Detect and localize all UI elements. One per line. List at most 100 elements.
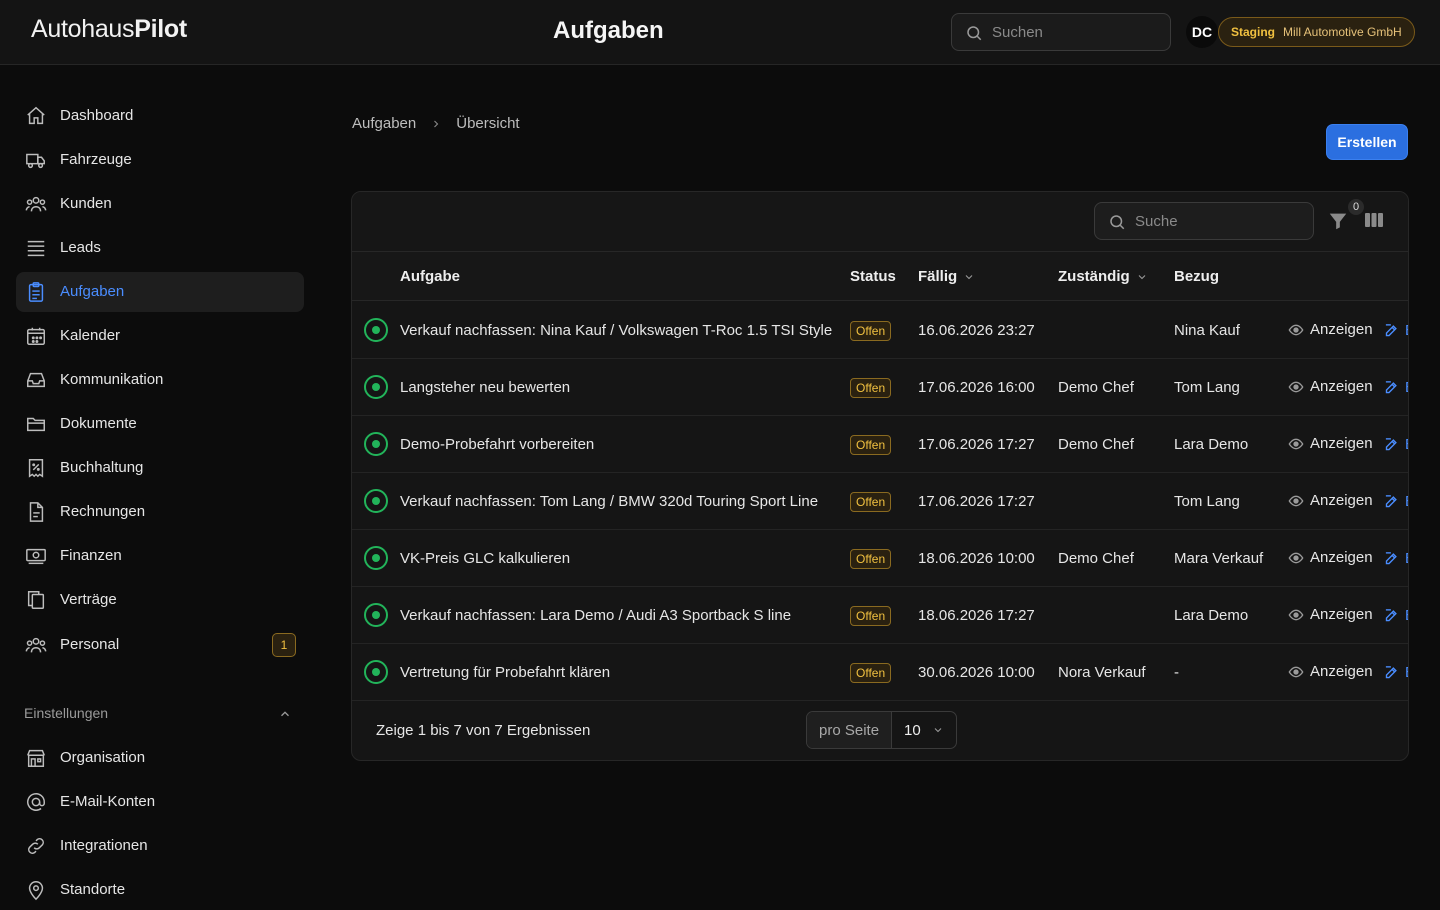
task-title[interactable]: Verkauf nachfassen: Tom Lang / BMW 320d …	[400, 493, 818, 510]
due-date: 17.06.2026 17:27	[918, 436, 1035, 453]
edit-icon	[1385, 552, 1397, 565]
view-button[interactable]: Anzeigen	[1288, 378, 1373, 395]
list-icon	[27, 240, 45, 257]
environment-badge[interactable]: Staging Mill Automotive GmbH	[1218, 17, 1415, 47]
per-page-value[interactable]: 10	[892, 712, 956, 748]
edit-button[interactable]: B	[1384, 322, 1408, 339]
edit-button[interactable]: B	[1384, 664, 1408, 681]
table-header: Aufgabe Status Fällig Zuständig Bezug	[352, 252, 1408, 301]
sidebar-item-vertraege[interactable]: Verträge	[16, 580, 304, 620]
edit-button[interactable]: B	[1384, 493, 1408, 510]
filter-icon[interactable]	[1327, 210, 1349, 232]
banknote-icon	[26, 548, 46, 565]
task-title[interactable]: Langsteher neu bewerten	[400, 379, 570, 396]
view-button[interactable]: Anzeigen	[1288, 549, 1373, 566]
sidebar: Dashboard Fahrzeuge Kunden Leads Aufgabe…	[0, 65, 320, 901]
sidebar-item-integrationen[interactable]: Integrationen	[16, 826, 304, 866]
view-button[interactable]: Anzeigen	[1288, 606, 1373, 623]
reference: Tom Lang	[1174, 379, 1240, 396]
chevron-down-icon	[965, 274, 973, 279]
task-status-toggle[interactable]	[364, 546, 388, 570]
per-page-select[interactable]: pro Seite 10	[806, 711, 958, 749]
sidebar-item-kunden[interactable]: Kunden	[16, 184, 304, 224]
reference: Tom Lang	[1174, 493, 1240, 510]
view-button[interactable]: Anzeigen	[1288, 321, 1373, 338]
task-status-toggle[interactable]	[364, 318, 388, 342]
task-status-toggle[interactable]	[364, 603, 388, 627]
sidebar-item-buchhaltung[interactable]: Buchhaltung	[16, 448, 304, 488]
column-status[interactable]: Status	[850, 268, 896, 285]
sidebar-item-email-konten[interactable]: E-Mail-Konten	[16, 782, 304, 822]
link-icon	[28, 838, 44, 854]
view-button[interactable]: Anzeigen	[1288, 492, 1373, 509]
sidebar-item-dokumente[interactable]: Dokumente	[16, 404, 304, 444]
per-page-label: pro Seite	[807, 712, 893, 748]
breadcrumb-root[interactable]: Aufgaben	[352, 115, 416, 132]
reference: Nina Kauf	[1174, 322, 1240, 339]
sidebar-item-kalender[interactable]: Kalender	[16, 316, 304, 356]
column-reference[interactable]: Bezug	[1174, 268, 1219, 285]
table-search-input[interactable]	[1135, 203, 1305, 239]
reference: Lara Demo	[1174, 436, 1249, 453]
user-avatar[interactable]: DC	[1186, 16, 1218, 48]
global-search[interactable]	[951, 13, 1171, 51]
status-badge: Offen	[850, 663, 892, 683]
due-date: 18.06.2026 10:00	[918, 550, 1035, 567]
columns-icon[interactable]	[1364, 211, 1384, 229]
reference: Mara Verkauf	[1174, 550, 1264, 567]
sidebar-item-leads[interactable]: Leads	[16, 228, 304, 268]
task-status-toggle[interactable]	[364, 432, 388, 456]
sidebar-item-personal[interactable]: Personal 1	[16, 625, 304, 665]
chevron-down-icon	[934, 728, 942, 733]
task-title[interactable]: Verkauf nachfassen: Lara Demo / Audi A3 …	[400, 607, 791, 624]
view-button[interactable]: Anzeigen	[1288, 663, 1373, 680]
sidebar-item-kommunikation[interactable]: Kommunikation	[16, 360, 304, 400]
reference: Lara Demo	[1174, 607, 1249, 624]
task-title[interactable]: Demo-Probefahrt vorbereiten	[400, 436, 594, 453]
column-assignee[interactable]: Zuständig	[1058, 268, 1148, 285]
task-title[interactable]: Vertretung für Probefahrt klären	[400, 664, 610, 681]
table-row[interactable]: Langsteher neu bewerten Offen 17.06.2026 1…	[352, 359, 1408, 416]
global-search-input[interactable]	[992, 14, 1162, 50]
view-button[interactable]: Anzeigen	[1288, 435, 1373, 452]
edit-button[interactable]: B	[1384, 379, 1408, 396]
sidebar-item-rechnungen[interactable]: Rechnungen	[16, 492, 304, 532]
personal-count-badge: 1	[272, 633, 296, 657]
eye-icon	[1288, 552, 1304, 563]
sidebar-item-fahrzeuge[interactable]: Fahrzeuge	[16, 140, 304, 180]
table-row[interactable]: Vertretung für Probefahrt klären Offen 30.…	[352, 644, 1408, 701]
column-task[interactable]: Aufgabe	[400, 268, 460, 285]
due-date: 18.06.2026 17:27	[918, 607, 1035, 624]
app-logo[interactable]: AutohausPilot	[31, 15, 187, 44]
sidebar-item-standorte[interactable]: Standorte	[16, 870, 304, 910]
table-row[interactable]: Verkauf nachfassen: Nina Kauf / Volkswag…	[352, 302, 1408, 359]
edit-button[interactable]: B	[1384, 607, 1408, 624]
edit-button[interactable]: B	[1384, 436, 1408, 453]
table-row[interactable]: Demo-Probefahrt vorbereiten Offen 17.06.20…	[352, 416, 1408, 473]
task-status-toggle[interactable]	[364, 375, 388, 399]
table-row[interactable]: Verkauf nachfassen: Lara Demo / Audi A3 …	[352, 587, 1408, 644]
table-search[interactable]	[1094, 202, 1314, 240]
breadcrumb: Aufgaben Übersicht	[352, 115, 520, 132]
sidebar-item-finanzen[interactable]: Finanzen	[16, 536, 304, 576]
status-badge: Offen	[850, 435, 892, 455]
pagination-summary: Zeige 1 bis 7 von 7 Ergebnissen	[376, 722, 591, 739]
table-row[interactable]: Verkauf nachfassen: Tom Lang / BMW 320d …	[352, 473, 1408, 530]
create-button[interactable]: Erstellen	[1326, 124, 1408, 160]
due-date: 17.06.2026 17:27	[918, 493, 1035, 510]
sidebar-item-dashboard[interactable]: Dashboard	[16, 96, 304, 136]
column-due[interactable]: Fällig	[918, 268, 975, 285]
task-title[interactable]: Verkauf nachfassen: Nina Kauf / Volkswag…	[400, 322, 832, 339]
edit-button[interactable]: B	[1384, 550, 1408, 567]
settings-section-toggle[interactable]: Einstellungen	[24, 705, 296, 721]
home-icon	[27, 106, 45, 125]
sidebar-item-aufgaben[interactable]: Aufgaben	[16, 272, 304, 312]
task-status-toggle[interactable]	[364, 660, 388, 684]
at-icon	[27, 793, 45, 811]
chevron-down-icon	[1138, 274, 1146, 279]
task-status-toggle[interactable]	[364, 489, 388, 513]
task-title[interactable]: VK-Preis GLC kalkulieren	[400, 550, 570, 567]
table-row[interactable]: VK-Preis GLC kalkulieren Offen 18.06.2026 …	[352, 530, 1408, 587]
sidebar-item-organisation[interactable]: Organisation	[16, 738, 304, 778]
edit-icon	[1385, 666, 1397, 679]
